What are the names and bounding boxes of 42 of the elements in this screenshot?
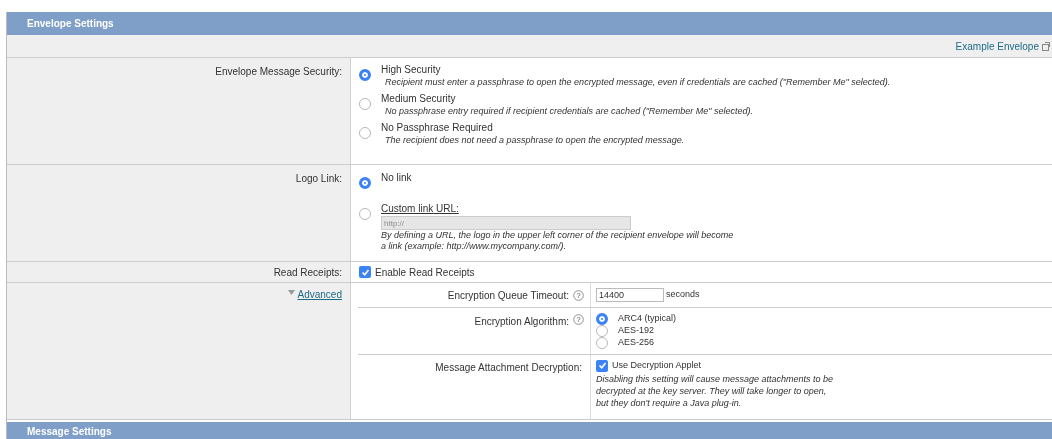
radio-button[interactable]: [359, 127, 371, 139]
field-label: Read Receipts:: [273, 265, 342, 280]
option-description: The recipient does not need a passphrase to open the encrypted message.: [384, 134, 685, 146]
radio-button[interactable]: [596, 325, 608, 337]
option-label: No Passphrase Required: [381, 121, 494, 134]
option-description: Recipient must enter a passphrase to open the encrypted message, even if credentials are cached ("Remember Me" selected).: [384, 76, 891, 88]
advanced-link[interactable]: Advanced: [297, 287, 342, 302]
option-label: Medium Security: [381, 92, 457, 105]
checkbox-label: Enable Read Receipts: [375, 265, 475, 280]
checkbox[interactable]: [359, 266, 371, 278]
help-text: By defining a URL, the logo in the upper left corner of the recipient envelope will become: [381, 230, 734, 241]
help-text: but they don't require a Java plug-in.: [596, 396, 743, 409]
section-header: Envelope Settings: [7, 12, 1052, 35]
radio-button[interactable]: [596, 313, 608, 325]
field-label: Envelope Message Security:: [215, 66, 342, 77]
radio-button[interactable]: [359, 98, 371, 110]
radio-button[interactable]: [596, 337, 608, 349]
field-label: Encryption Algorithm:: [474, 315, 569, 329]
example-envelope-link[interactable]: Example Envelope: [955, 38, 1039, 54]
expand-triangle-icon[interactable]: [287, 290, 295, 296]
option-label: ARC4 (typical): [618, 312, 676, 326]
option-label: High Security: [381, 63, 442, 76]
radio-button[interactable]: [359, 177, 371, 189]
popup-icon: [1042, 41, 1050, 51]
unit-label: seconds: [666, 288, 700, 302]
field-label: Logo Link:: [295, 173, 342, 184]
help-text: decrypted at the key server. They will take longer to open,: [596, 384, 828, 397]
radio-button[interactable]: [359, 208, 371, 220]
checkbox[interactable]: [596, 359, 608, 372]
help-text: Disabling this setting will cause message attachments to be: [596, 372, 834, 385]
timeout-field[interactable]: 14400: [596, 288, 664, 302]
radio-button[interactable]: [359, 69, 371, 81]
option-label: Custom link URL:: [381, 202, 460, 215]
section-header: Message Settings: [7, 422, 1052, 439]
option-label: No link: [381, 171, 412, 184]
option-description: No passphrase entry required if recipient credentials are cached ("Remember Me" selected).: [384, 105, 754, 117]
help-text: a link (example: http://www.mycompany.com/).: [381, 241, 567, 252]
field-label: Message Attachment Decryption:: [435, 361, 582, 375]
checkbox-label: Use Decryption Applet: [612, 359, 702, 372]
option-label: AES-256: [618, 336, 655, 350]
field-label: Encryption Queue Timeout:: [447, 288, 569, 303]
option-label: AES-192: [618, 324, 655, 338]
